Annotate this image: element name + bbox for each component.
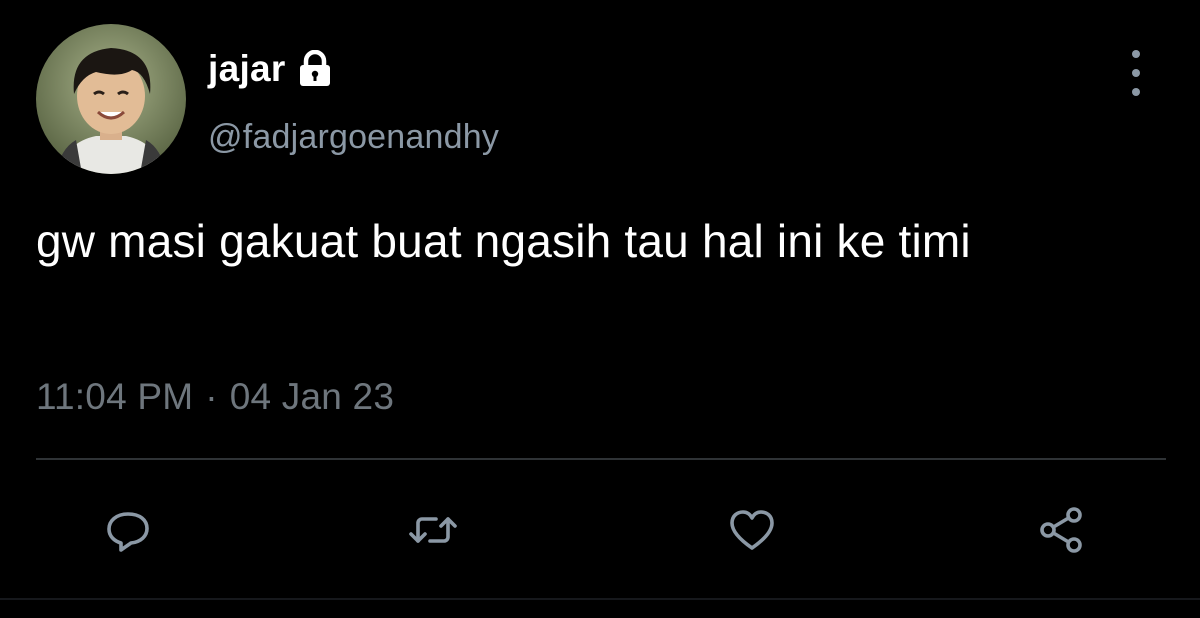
more-vertical-icon-dot	[1132, 50, 1140, 58]
tweet-text: gw masi gakuat buat ngasih tau hal ini k…	[36, 215, 971, 267]
lock-icon	[298, 49, 332, 88]
more-vertical-icon-dot	[1132, 88, 1140, 96]
action-bar	[0, 500, 1200, 560]
retweet-icon	[409, 517, 457, 543]
avatar-image	[36, 24, 186, 174]
share-button[interactable]	[1032, 500, 1092, 560]
bottom-divider	[0, 598, 1200, 600]
reply-button[interactable]	[98, 500, 158, 560]
tweet-card: jajar @fadjargoenandhy gw masi gakuat bu…	[0, 0, 1200, 618]
timestamp-separator: ·	[205, 376, 218, 417]
more-vertical-icon-dot	[1132, 69, 1140, 77]
retweet-button[interactable]	[403, 500, 463, 560]
display-name-row: jajar	[208, 44, 332, 94]
avatar[interactable]	[36, 24, 186, 174]
like-button[interactable]	[722, 500, 782, 560]
divider	[36, 458, 1166, 460]
share-icon	[1040, 507, 1082, 553]
reply-icon	[107, 512, 149, 552]
tweet-time: 11:04 PM	[36, 376, 194, 417]
heart-icon	[730, 510, 774, 550]
tweet-date: 04 Jan 23	[229, 376, 395, 417]
tweet-timestamp[interactable]: 11:04 PM · 04 Jan 23	[36, 376, 394, 418]
user-handle[interactable]: @fadjargoenandhy	[208, 118, 499, 157]
display-name[interactable]: jajar	[208, 48, 286, 90]
more-options-button[interactable]	[1116, 50, 1156, 96]
